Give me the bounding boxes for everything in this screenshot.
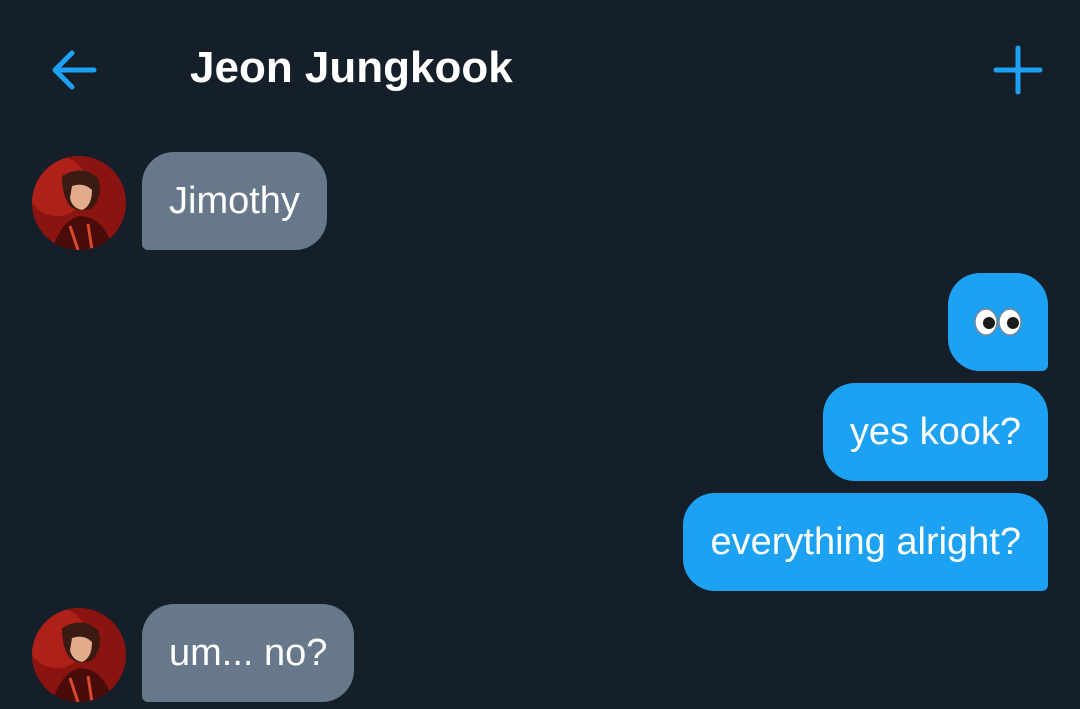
avatar-photo (32, 156, 126, 250)
message-bubble-sent[interactable]: yes kook? (822, 383, 1048, 481)
avatar-photo (32, 608, 126, 702)
eyes-emoji-icon (974, 275, 1022, 373)
message-thread[interactable]: Jimothy 👀 yes kook? everything alright? … (0, 0, 1080, 709)
message-bubble-received[interactable]: Jimothy (142, 152, 327, 250)
message-bubble-sent[interactable]: everything alright? (683, 493, 1048, 591)
eyes-emoji-text: 👀 (1022, 273, 1023, 274)
avatar[interactable] (32, 156, 126, 250)
avatar[interactable] (32, 608, 126, 702)
message-bubble-sent[interactable]: 👀 (948, 273, 1048, 371)
message-bubble-received[interactable]: um... no? (142, 604, 355, 702)
